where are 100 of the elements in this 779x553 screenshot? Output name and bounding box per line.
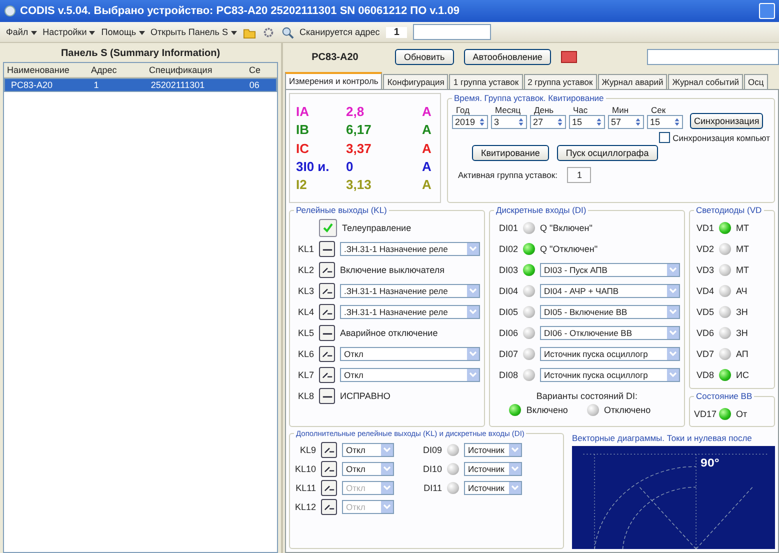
dropdown[interactable]: Откл [340, 368, 480, 382]
closed-switch-button[interactable] [321, 442, 337, 458]
relay-label: KL8 [296, 390, 314, 400]
measurement-name: I2 [296, 177, 308, 192]
chevron-down-icon [381, 444, 393, 456]
led-function: МТ [736, 244, 749, 254]
closed-switch-button[interactable] [319, 366, 335, 382]
dropdown[interactable]: Источник [464, 462, 522, 476]
acknowledge-button[interactable]: Квитирование [472, 145, 549, 161]
dropdown[interactable]: Откл [340, 346, 480, 360]
dropdown[interactable]: DI03 - Пуск АПВ [540, 262, 680, 276]
measurement-unit: A [422, 140, 432, 156]
led-label: VD1 [695, 222, 714, 232]
oscillograph-button[interactable]: Пуск осциллографа [556, 145, 658, 161]
dropdown[interactable]: Источник пуска осциллогр [540, 346, 680, 360]
switch-icon [324, 484, 334, 492]
relay-label: KL3 [296, 286, 314, 296]
dropdown[interactable]: Откл [342, 442, 394, 456]
spinner-arrows-icon[interactable] [674, 117, 680, 127]
measurement-name: IA [296, 104, 310, 119]
chevron-down-icon [667, 264, 679, 276]
switch-icon [322, 266, 332, 274]
tab[interactable]: Измерения и контроль [285, 72, 382, 89]
closed-switch-button[interactable] [321, 460, 337, 476]
tab[interactable]: Журнал аварий [598, 74, 668, 89]
led-label: VD7 [695, 348, 714, 358]
column-header[interactable]: Наименование [4, 65, 88, 75]
group-title: Релейные выходы (KL) [295, 205, 388, 215]
chevron-down-icon [667, 348, 679, 360]
open-switch-button[interactable] [319, 240, 335, 256]
input-function: Q "Отключен" [540, 244, 598, 254]
led-label: VD4 [695, 286, 714, 296]
switch-icon [322, 286, 332, 294]
active-group-field: 1 [567, 167, 592, 183]
column-header[interactable]: Адрес [88, 65, 146, 75]
chevron-down-icon [467, 368, 479, 380]
menu-item[interactable]: Файл [6, 27, 37, 37]
led-label: VD2 [695, 244, 714, 254]
column-header[interactable]: Се [246, 65, 276, 75]
open-switch-button[interactable] [319, 388, 335, 404]
closed-switch-button[interactable] [319, 282, 335, 298]
dropdown[interactable]: DI04 - АЧР + ЧАПВ [540, 284, 680, 298]
led-function: АП [736, 348, 748, 358]
dropdown[interactable]: Источник пуска осциллогр [540, 368, 680, 382]
spinner-arrows-icon[interactable] [518, 117, 524, 127]
chevron-down-icon [381, 482, 393, 494]
caret-icon [30, 30, 37, 35]
tab[interactable]: 1 группа уставок [449, 74, 523, 89]
tab[interactable]: Осц [744, 74, 768, 89]
dropdown[interactable]: .ЗН.31-1 Назначение реле [340, 284, 480, 298]
checkbox[interactable] [319, 218, 337, 236]
dropdown[interactable]: .ЗН.31-1 Назначение реле [340, 242, 480, 256]
caret-icon [138, 30, 145, 35]
closed-switch-button[interactable] [319, 304, 335, 320]
tab[interactable]: Журнал событий [668, 74, 744, 89]
checkbox-label: Телеуправление [342, 222, 412, 232]
field-label: Месяц [494, 105, 522, 115]
closed-switch-button[interactable] [319, 346, 335, 362]
caret-icon [89, 30, 96, 35]
spin-field[interactable]: 15 [647, 115, 683, 129]
dropdown[interactable]: Откл [342, 462, 394, 476]
group-title: Дискретные входы (DI) [495, 205, 588, 215]
sync-button[interactable]: Синхронизация [690, 113, 764, 129]
spin-field[interactable]: 2019 [452, 115, 488, 129]
dropdown[interactable]: Источник [464, 442, 522, 456]
input-label: DI08 [498, 370, 518, 380]
menu-item[interactable]: Помощь [101, 27, 145, 37]
switch-icon [324, 502, 334, 510]
spin-field[interactable]: 57 [608, 115, 644, 129]
chevron-down-icon [667, 284, 679, 296]
spinner-arrows-icon[interactable] [557, 117, 563, 127]
spinner-arrows-icon[interactable] [479, 117, 485, 127]
dropdown[interactable]: .ЗН.31-1 Назначение реле [340, 304, 480, 318]
closed-switch-button[interactable] [319, 262, 335, 278]
spin-field[interactable]: 27 [530, 115, 566, 129]
spinner-arrows-icon[interactable] [596, 117, 602, 127]
spin-field[interactable]: 15 [569, 115, 605, 129]
spinner-arrows-icon[interactable] [635, 117, 641, 127]
address-field[interactable] [413, 24, 492, 40]
input-field[interactable] [647, 49, 779, 65]
tab[interactable]: Конфигурация [383, 74, 448, 89]
search-icon[interactable] [280, 26, 294, 38]
auto-refresh-button[interactable]: Автообновление [464, 49, 552, 65]
column-header[interactable]: Спецификация [146, 65, 246, 75]
checkbox[interactable] [658, 132, 670, 143]
refresh-button[interactable]: Обновить [395, 49, 454, 65]
legend-label: Отключено [604, 405, 651, 415]
dropdown[interactable]: DI05 - Включение ВВ [540, 304, 680, 318]
menu-item[interactable]: Настройки [42, 27, 96, 37]
open-panel-menu[interactable]: Открыть Панель S [150, 27, 236, 37]
field-label: Час [572, 105, 589, 115]
led-label: VD5 [695, 306, 714, 316]
open-switch-button[interactable] [319, 324, 335, 340]
table-row[interactable]: PC83-A20 1 25202111301 06 [4, 78, 277, 92]
minimize-button[interactable] [759, 3, 775, 19]
dropdown[interactable]: DI06 - Отключение ВВ [540, 326, 680, 340]
led-function: ЗН [736, 306, 748, 316]
tab[interactable]: 2 группа уставок [524, 74, 597, 89]
spin-field[interactable]: 3 [491, 115, 527, 129]
dropdown[interactable]: Источник [464, 480, 522, 494]
